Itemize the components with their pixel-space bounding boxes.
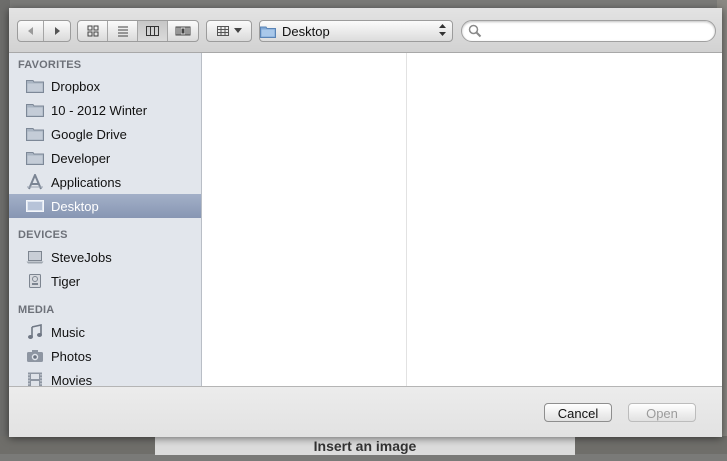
icon-grid-icon [87,25,98,37]
back-forward-control [17,20,71,42]
sidebar-item-dropbox[interactable]: Dropbox [9,74,201,98]
sidebar-item-stevejobs[interactable]: SteveJobs [9,245,201,269]
list-lines-icon [117,26,128,37]
sidebar-item-label: Google Drive [51,126,127,142]
arrange-button-inner[interactable] [207,21,251,41]
cancel-button[interactable]: Cancel [544,403,612,422]
columns-icon [146,26,159,36]
media-header: MEDIA [18,304,55,316]
search-field[interactable] [461,20,716,42]
sidebar-item-label: Dropbox [51,78,101,94]
sidebar-item-label: Applications [51,174,122,190]
sidebar-item-music[interactable]: Music [9,320,201,344]
location-popup[interactable]: Desktop [259,20,453,42]
desktop-folder-icon [260,26,276,38]
forward-button[interactable] [44,21,70,41]
forward-arrow-icon [55,27,60,35]
desktop-icon [25,198,45,214]
dialog-button-bar: Cancel Open [9,386,722,437]
sidebar-item-label: Desktop [51,198,99,214]
list-view-button[interactable] [108,21,138,41]
column-divider[interactable] [406,53,407,386]
sidebar: FAVORITES Dropbox 10 - 2012 Winter Googl… [9,53,202,386]
updown-arrows-icon [439,24,446,36]
folder-icon [25,102,45,118]
sidebar-item-tiger[interactable]: Tiger [9,269,201,293]
arrange-menu-button[interactable] [206,20,252,42]
coverflow-view-button[interactable] [168,21,198,41]
applications-icon [25,174,45,190]
folder-icon [25,78,45,94]
file-browser-columns[interactable] [202,53,722,386]
laptop-icon [25,249,45,265]
icon-view-button[interactable] [78,21,108,41]
film-icon [25,372,45,386]
location-label: Desktop [282,23,330,39]
sidebar-item-2012-winter[interactable]: 10 - 2012 Winter [9,98,201,122]
sidebar-item-desktop[interactable]: Desktop [9,194,201,218]
sidebar-item-applications[interactable]: Applications [9,170,201,194]
sidebar-item-label: Photos [51,348,92,364]
folder-icon [25,126,45,142]
sidebar-item-label: SteveJobs [51,249,112,265]
search-icon [468,24,482,38]
toolbar: Desktop [9,8,722,53]
arrange-grid-icon [216,26,229,36]
sidebar-item-developer[interactable]: Developer [9,146,201,170]
sidebar-item-label: Developer [51,150,111,166]
sidebar-item-label: Music [51,324,85,340]
back-button[interactable] [18,21,44,41]
sidebar-item-movies[interactable]: Movies [9,368,201,386]
view-mode-control [77,20,199,42]
folder-icon [25,150,45,166]
devices-header: DEVICES [18,229,68,241]
sidebar-item-label: Movies [51,372,93,387]
column-view-button[interactable] [138,21,168,41]
sidebar-item-label: 10 - 2012 Winter [51,102,148,118]
favorites-header: FAVORITES [18,59,82,71]
music-note-icon [25,324,45,340]
camera-icon [25,348,45,364]
disk-icon [25,273,45,289]
sidebar-item-photos[interactable]: Photos [9,344,201,368]
open-file-sheet: Desktop FAVORITES Dropbox 10 - 2012 Wint… [9,8,722,437]
chevron-down-icon [233,28,242,33]
search-input[interactable] [486,23,706,39]
back-arrow-icon [27,27,33,35]
open-button[interactable]: Open [628,403,696,422]
sidebar-item-label: Tiger [51,273,81,289]
coverflow-icon [175,26,191,36]
sidebar-item-google-drive[interactable]: Google Drive [9,122,201,146]
